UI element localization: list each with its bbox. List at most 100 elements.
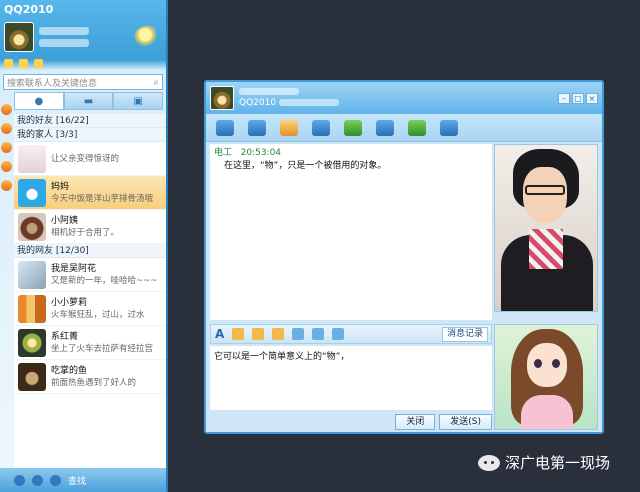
image-icon[interactable]: [292, 328, 305, 340]
user-avatar[interactable]: [4, 22, 34, 52]
apps-icon[interactable]: [50, 474, 61, 486]
magic-emoji-icon[interactable]: [252, 328, 265, 340]
message-sender: 电工: [214, 148, 233, 158]
contact-signature: 火车猴狂乱，过山，过水: [51, 309, 145, 320]
search-icon[interactable]: ⌕: [153, 77, 159, 88]
peer-avatar-show[interactable]: [494, 144, 598, 312]
message-history-button[interactable]: 消息记录: [441, 326, 488, 342]
main-toolbar: [0, 56, 166, 70]
nudge-icon[interactable]: [272, 328, 285, 340]
tab-contacts-icon[interactable]: ●: [14, 92, 64, 110]
send-button-row: 关闭 发送(S): [395, 414, 492, 430]
search-placeholder: 搜索联系人及关键信息: [7, 78, 98, 89]
app-share-icon[interactable]: [344, 119, 362, 136]
contact-avatar: [18, 294, 46, 323]
blurred-status: [39, 38, 89, 47]
font-icon[interactable]: A: [215, 327, 224, 341]
contact-avatar: [18, 328, 46, 357]
contact-signature: 坐上了火车去拉萨有经拉宫: [51, 343, 154, 354]
star-icon[interactable]: [4, 58, 13, 68]
format-toolbar: A 消息记录: [210, 324, 492, 344]
contact-item[interactable]: 小阿姨 相机好于合用了。: [14, 210, 166, 244]
contact-signature: 让父亲变得惊讶的: [51, 153, 120, 164]
emoji-icon[interactable]: [232, 328, 245, 340]
contact-avatar: [18, 362, 46, 391]
app-icon[interactable]: [1, 161, 12, 172]
remote-assist-icon[interactable]: [312, 119, 330, 136]
contact-name: 小小萝莉: [51, 297, 88, 308]
app-icon[interactable]: [1, 104, 12, 115]
girl-dress: [521, 395, 573, 429]
blurred-peer-name: [239, 88, 299, 95]
space-icon[interactable]: [34, 58, 43, 68]
weather-sun-icon[interactable]: [134, 26, 162, 48]
wechat-icon: [478, 454, 500, 471]
file-transfer-icon[interactable]: [280, 119, 298, 136]
watermark: 深广电第一现场: [478, 452, 610, 473]
contact-list[interactable]: 我的好友 [16/22] 我的家人 [3/3] 让父亲变得惊讶的 妈妈 今天中饭是…: [14, 114, 166, 468]
tab-recent-icon[interactable]: ▣: [113, 92, 164, 110]
close-icon[interactable]: ×: [586, 92, 598, 104]
message-history: 电工 20:53:04 在这里，“物”，只是一个被借用的对象。: [210, 144, 492, 320]
boy-face: [523, 167, 567, 223]
contact-signature: 又是新的一年，哇哈哈~~~: [51, 275, 158, 286]
girl-face: [527, 343, 567, 387]
chat-titlebar: QQ2010 – □ ×: [206, 82, 602, 114]
contact-name: 小阿姨: [51, 215, 79, 226]
minimize-icon[interactable]: –: [558, 92, 570, 104]
screenshot-icon[interactable]: [312, 328, 325, 340]
app-icon[interactable]: [1, 142, 12, 153]
menu-icon[interactable]: [14, 474, 25, 486]
girl-eye: [552, 359, 560, 368]
close-button[interactable]: 关闭: [395, 414, 436, 430]
chat-peer-avatar[interactable]: [210, 86, 234, 110]
app-icon[interactable]: [1, 180, 12, 191]
contact-signature: 今天中饭是洋山芋排骨汤哦: [51, 193, 154, 204]
contact-name: 系红菁: [51, 331, 79, 342]
contact-avatar: [18, 260, 46, 289]
main-title: QQ2010: [4, 2, 54, 16]
profile-header: [0, 18, 166, 56]
send-button[interactable]: 发送(S): [439, 414, 492, 430]
maximize-icon[interactable]: □: [572, 92, 584, 104]
more-icon[interactable]: [440, 119, 458, 136]
contact-search-input[interactable]: 搜索联系人及关键信息 ⌕: [3, 74, 163, 90]
contact-signature: 前面热鱼遇到了好人的: [51, 377, 137, 388]
group-header[interactable]: 我的家人 [3/3]: [14, 128, 166, 142]
message-header: 电工 20:53:04: [214, 147, 488, 160]
contact-item[interactable]: 系红菁 坐上了火车去拉萨有经拉宫: [14, 326, 166, 360]
group-header[interactable]: 我的网友 [12/30]: [14, 244, 166, 258]
music-icon[interactable]: [332, 328, 345, 340]
message-input[interactable]: 它可以是一个简单意义上的“物”，: [210, 346, 492, 410]
contact-name: 吃掌的鱼: [51, 365, 88, 376]
contact-name: 我是吴阿花: [51, 263, 97, 274]
app-icon[interactable]: [1, 123, 12, 134]
video-call-icon[interactable]: [216, 119, 234, 136]
contact-item[interactable]: 吃掌的鱼 前面热鱼遇到了好人的: [14, 360, 166, 394]
chat-window: QQ2010 – □ × 电工 20:53:04 在这里，“物”，只是一个被借用…: [204, 80, 604, 434]
chat-title-status: QQ2010: [239, 98, 277, 108]
chat-toolbar: [206, 114, 602, 142]
contact-avatar: [18, 212, 46, 241]
voice-call-icon[interactable]: [248, 119, 266, 136]
game-icon[interactable]: [408, 119, 426, 136]
tab-groups-icon[interactable]: ▬: [63, 92, 114, 110]
contact-item[interactable]: 我是吴阿花 又是新的一年，哇哈哈~~~: [14, 258, 166, 292]
group-header[interactable]: 我的好友 [16/22]: [14, 114, 166, 128]
settings-icon[interactable]: [32, 474, 43, 486]
mail-icon[interactable]: [19, 58, 28, 68]
user-nick[interactable]: [39, 25, 89, 49]
message-text: 在这里，“物”，只是一个被借用的对象。: [224, 161, 387, 171]
contact-item[interactable]: 小小萝莉 火车猴狂乱，过山，过水: [14, 292, 166, 326]
app-rail: [0, 96, 14, 199]
boy-glasses: [525, 185, 565, 195]
contact-item-selected[interactable]: 妈妈 今天中饭是洋山芋排骨汤哦: [14, 176, 166, 210]
find-button[interactable]: 查找: [68, 474, 86, 487]
main-tabs: ● ▬ ▣: [14, 92, 164, 110]
contact-item[interactable]: 让父亲变得惊讶的: [14, 142, 166, 176]
self-avatar-show[interactable]: [494, 324, 598, 430]
group-icon[interactable]: [376, 119, 394, 136]
contact-avatar: [18, 178, 46, 207]
window-controls: – □ ×: [558, 92, 598, 104]
boy-scarf: [529, 229, 563, 269]
